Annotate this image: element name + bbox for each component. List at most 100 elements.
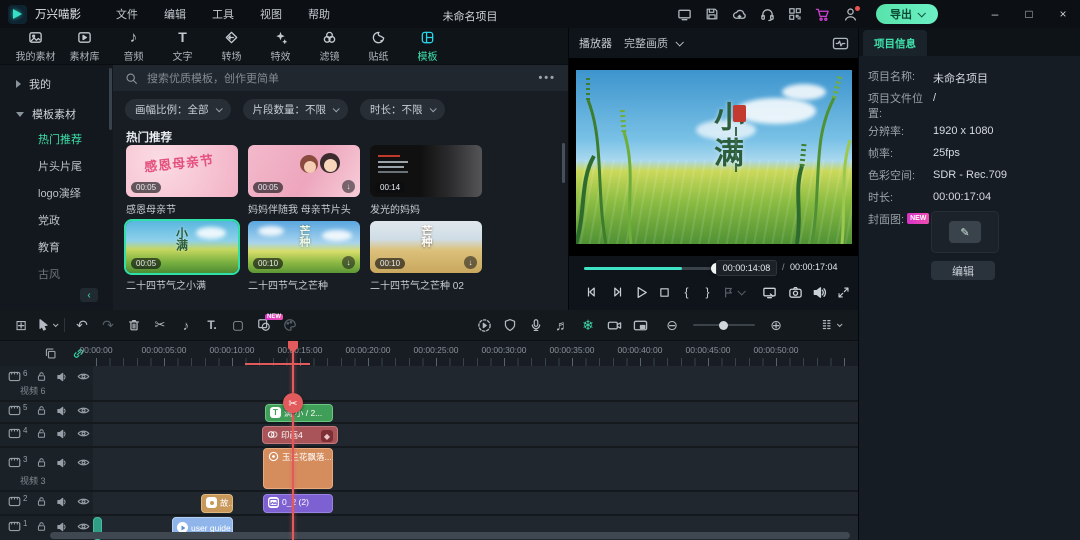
sidebar-item-ancient-style[interactable]: 古风 <box>0 260 108 287</box>
undo-button[interactable]: ↶ <box>69 317 95 334</box>
template-thumb-xiaoman-selected[interactable]: 小满 00:05 <box>126 221 238 273</box>
cover-edit-button[interactable]: 编辑 <box>931 261 995 280</box>
motion-tracking-button[interactable] <box>471 318 497 333</box>
export-button[interactable]: 导出 <box>876 4 938 24</box>
track-5-lane[interactable] <box>93 402 858 422</box>
lock-icon[interactable] <box>36 405 47 416</box>
visibility-eye-icon[interactable] <box>77 427 90 440</box>
tab-project-info[interactable]: 项目信息 <box>863 30 927 56</box>
menu-edit[interactable]: 编辑 <box>151 6 199 22</box>
mute-icon[interactable] <box>56 496 68 508</box>
sidebar-item-party[interactable]: 党政 <box>0 206 108 233</box>
menu-tools[interactable]: 工具 <box>199 6 247 22</box>
lock-icon[interactable] <box>36 428 47 439</box>
save-icon[interactable] <box>705 7 719 21</box>
sidebar-group-template-assets[interactable]: 模板素材 <box>0 103 108 125</box>
timeline-ruler[interactable]: 00:00:00 00:00:05:00 00:00:10:00 00:00:1… <box>0 340 858 366</box>
lock-icon[interactable] <box>36 521 47 532</box>
cut-scissors-badge[interactable]: ✂ <box>283 393 303 413</box>
ai-feature-button[interactable]: ❄ <box>575 317 601 334</box>
mute-icon[interactable] <box>56 428 68 440</box>
lock-icon[interactable] <box>36 457 47 468</box>
tab-audio[interactable]: ♪音频 <box>110 30 157 63</box>
zoom-thumb[interactable] <box>719 321 728 330</box>
clip-effect-yinhua4[interactable]: 印画4 ◆ <box>262 426 338 444</box>
tab-effects[interactable]: 特效 <box>257 30 304 63</box>
previous-frame-button[interactable] <box>579 285 605 299</box>
redo-button[interactable]: ↷ <box>95 317 121 334</box>
sidebar-scrollbar[interactable] <box>109 68 112 130</box>
tab-my-media[interactable]: 我的素材 <box>12 30 59 63</box>
playback-progress-slider[interactable] <box>584 267 717 270</box>
clip-sticker-flower[interactable]: 玉兰花飘落... <box>263 448 333 489</box>
tab-stickers[interactable]: 贴纸 <box>355 30 402 63</box>
qr-code-icon[interactable] <box>788 7 802 21</box>
window-minimize-button[interactable]: – <box>978 7 1012 21</box>
track-3-lane[interactable] <box>93 448 858 490</box>
stop-button[interactable] <box>653 286 676 299</box>
filter-clip-count[interactable]: 片段数量：不限 <box>243 99 349 120</box>
tab-filters[interactable]: 滤镜 <box>306 30 353 63</box>
template-thumb-mothers-day[interactable]: 感恩母亲节 00:05 <box>126 145 238 197</box>
delete-button[interactable] <box>121 318 147 332</box>
sidebar-group-mine[interactable]: 我的 <box>0 73 108 95</box>
media-grid-button[interactable]: ⊞ <box>8 317 34 334</box>
quick-text-button[interactable]: T. <box>199 318 225 332</box>
zoom-in-button[interactable]: ⊕ <box>763 317 789 334</box>
visibility-eye-icon[interactable] <box>77 456 90 469</box>
search-input[interactable]: 搜索优质模板，创作更简单 <box>147 70 529 86</box>
timeline-zoom-slider[interactable] <box>693 324 755 326</box>
mute-icon[interactable] <box>56 371 68 383</box>
marker-button[interactable] <box>718 286 748 299</box>
sidebar-collapse-button[interactable]: ‹ <box>80 288 98 302</box>
sidebar-item-intro-outro[interactable]: 片头片尾 <box>0 152 108 179</box>
lock-icon[interactable] <box>36 496 47 507</box>
track-4-lane[interactable] <box>93 424 858 446</box>
browser-scrollbar[interactable] <box>562 143 565 183</box>
cloud-upload-icon[interactable] <box>732 7 747 22</box>
display-mode-icon[interactable] <box>677 7 692 22</box>
screen-record-button[interactable] <box>601 318 627 333</box>
mask-button[interactable]: NEW <box>251 318 277 332</box>
crop-button[interactable]: ▢ <box>225 318 251 332</box>
cover-edit-icon[interactable]: ✎ <box>949 221 981 243</box>
zoom-out-button[interactable]: ⊖ <box>659 317 685 334</box>
lock-icon[interactable] <box>36 371 47 382</box>
quality-dropdown[interactable]: 完整画质 <box>624 35 682 51</box>
tab-stock-media[interactable]: 素材库 <box>61 30 108 63</box>
tab-transitions[interactable]: 转场 <box>208 30 255 63</box>
mute-icon[interactable] <box>56 521 68 533</box>
window-maximize-button[interactable]: □ <box>1012 7 1046 21</box>
color-palette-button[interactable] <box>277 318 303 332</box>
shopping-cart-icon[interactable] <box>815 7 830 22</box>
sidebar-item-education[interactable]: 教育 <box>0 233 108 260</box>
playhead-line[interactable] <box>292 342 294 540</box>
select-tool-button[interactable] <box>34 318 60 332</box>
mark-out-button[interactable]: } <box>697 285 718 299</box>
copy-icon[interactable] <box>44 347 57 360</box>
menu-file[interactable]: 文件 <box>103 6 151 22</box>
volume-button[interactable] <box>807 285 831 300</box>
more-options-icon[interactable]: ••• <box>538 72 556 84</box>
sidebar-item-hot[interactable]: 热门推荐 <box>0 125 108 152</box>
fullscreen-button[interactable] <box>831 286 855 299</box>
user-account-icon[interactable] <box>843 7 858 22</box>
template-thumb-mangzhong-02[interactable]: 芒种 00:10 ↓ <box>370 221 482 273</box>
mute-icon[interactable] <box>56 457 68 469</box>
split-scissors-button[interactable]: ✂ <box>147 317 173 333</box>
render-preview-icon[interactable] <box>832 36 849 51</box>
next-frame-button[interactable] <box>605 285 629 299</box>
visibility-eye-icon[interactable] <box>77 404 90 417</box>
timeline-horizontal-scrollbar[interactable] <box>50 532 850 539</box>
mark-in-button[interactable]: { <box>676 285 697 299</box>
track-6-lane[interactable] <box>93 366 858 400</box>
support-headset-icon[interactable] <box>760 7 775 22</box>
filter-aspect-ratio[interactable]: 画幅比例：全部 <box>125 99 231 120</box>
menu-help[interactable]: 帮助 <box>295 6 343 22</box>
tab-text[interactable]: T文字 <box>159 30 206 63</box>
filter-duration[interactable]: 时长：不限 <box>360 99 445 120</box>
display-output-button[interactable] <box>756 285 783 300</box>
sidebar-item-logo-reveal[interactable]: logo演绎 <box>0 179 108 206</box>
snapshot-camera-button[interactable] <box>783 285 807 300</box>
search-bar[interactable]: 搜索优质模板，创作更简单 ••• <box>113 65 568 91</box>
